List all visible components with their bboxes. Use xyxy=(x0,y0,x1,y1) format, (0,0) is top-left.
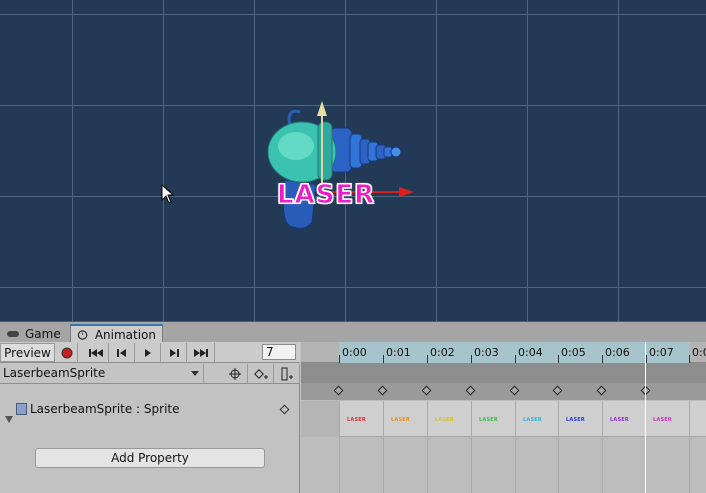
scene-view[interactable]: LASER xyxy=(0,0,706,321)
frame-separator xyxy=(515,401,516,493)
track-lead-in xyxy=(301,401,339,437)
sprite-keyframe-thumbnail[interactable]: LASER xyxy=(653,417,672,423)
ruler-tick xyxy=(558,355,559,363)
record-icon xyxy=(61,347,72,358)
ruler-tick xyxy=(689,355,690,363)
ruler-tick-label: 0:00 xyxy=(342,346,367,359)
dropdown-arrow-icon xyxy=(191,371,199,376)
ruler-tick xyxy=(339,355,340,363)
ruler-tick-label: 0:07 xyxy=(649,346,674,359)
ruler-tick xyxy=(471,355,472,363)
tab-animation-label: Animation xyxy=(94,327,156,342)
ruler-tick-label: 0:01 xyxy=(386,346,411,359)
previous-keyframe-button[interactable] xyxy=(109,343,135,362)
summary-keyframe[interactable] xyxy=(596,385,607,396)
summary-keyframe[interactable] xyxy=(465,385,476,396)
play-icon xyxy=(144,348,151,357)
tab-game-label: Game xyxy=(25,326,61,341)
add-keyframe-button[interactable] xyxy=(248,364,274,383)
sprite-label: LASER xyxy=(276,180,376,211)
ruler-tick-label: 0:05 xyxy=(561,346,586,359)
sprite-keyframe-thumbnail[interactable]: LASER xyxy=(435,417,454,423)
step-forward-icon xyxy=(169,348,179,357)
dopesheet-timeline[interactable]: 0:00 0:01 0:02 0:03 0:04 0:05 0:06 0:07 … xyxy=(301,342,706,493)
sprite-renderer-icon xyxy=(16,403,27,415)
add-event-button[interactable] xyxy=(274,364,300,383)
sprite-keyframe-thumbnail[interactable]: LASER xyxy=(391,417,410,423)
tab-game[interactable]: Game xyxy=(0,324,68,343)
property-label: LaserbeamSprite : Sprite xyxy=(30,402,180,416)
ruler-tick-label: 0:04 xyxy=(518,346,543,359)
ruler-tick xyxy=(602,355,603,363)
property-row[interactable]: LaserbeamSprite : Sprite xyxy=(0,400,300,423)
keyframe-diamond-icon[interactable] xyxy=(279,404,290,415)
ruler-tick xyxy=(646,355,647,363)
add-property-button[interactable]: Add Property xyxy=(35,448,265,468)
skip-start-icon xyxy=(88,348,103,357)
animation-clock-icon xyxy=(77,329,88,340)
mouse-cursor-icon xyxy=(161,184,175,204)
frame-separator xyxy=(383,401,384,493)
summary-keyframe[interactable] xyxy=(509,385,520,396)
clip-bar: LaserbeamSprite xyxy=(0,363,300,384)
skip-end-icon xyxy=(193,348,208,357)
add-keyframe-icon xyxy=(253,368,268,379)
play-button[interactable] xyxy=(135,343,161,362)
record-button[interactable] xyxy=(56,343,78,362)
playhead-line[interactable] xyxy=(645,342,646,493)
frame-separator xyxy=(427,401,428,493)
preview-button[interactable]: Preview xyxy=(0,343,55,362)
first-keyframe-button[interactable] xyxy=(83,343,109,362)
sprite-keyframe-thumbnail[interactable]: LASER xyxy=(610,417,629,423)
laser-gun-sprite[interactable] xyxy=(0,0,706,321)
ruler-tick-label: 0:0 xyxy=(692,346,706,359)
animation-left-panel: Preview 7 LaserbeamSprite LaserbeamSprit… xyxy=(0,342,300,493)
frame-separator xyxy=(339,401,340,493)
sprite-keyframe-thumbnail[interactable]: LASER xyxy=(479,417,498,423)
sprite-keyframe-thumbnail[interactable]: LASER xyxy=(347,417,366,423)
ruler-tick-label: 0:02 xyxy=(430,346,455,359)
foldout-arrow-icon[interactable] xyxy=(5,416,13,423)
ruler-tick-label: 0:03 xyxy=(474,346,499,359)
panel-tab-bar: Game Animation xyxy=(0,321,706,343)
summary-keyframe[interactable] xyxy=(377,385,388,396)
clip-name: LaserbeamSprite xyxy=(3,366,106,380)
add-event-icon xyxy=(281,367,293,380)
last-keyframe-button[interactable] xyxy=(187,343,215,362)
summary-keyframe[interactable] xyxy=(333,385,344,396)
sprite-keyframe-thumbnail[interactable]: LASER xyxy=(566,417,585,423)
ruler-tick-label: 0:06 xyxy=(605,346,630,359)
filter-by-selection-button[interactable] xyxy=(222,364,248,383)
frame-separator xyxy=(602,401,603,493)
frame-number-field[interactable]: 7 xyxy=(262,344,296,360)
frame-separator xyxy=(689,401,690,493)
frame-separator xyxy=(558,401,559,493)
frame-separator xyxy=(471,401,472,493)
tab-animation[interactable]: Animation xyxy=(70,324,163,343)
ruler-tick xyxy=(515,355,516,363)
ruler-tick xyxy=(383,355,384,363)
summary-keyframe[interactable] xyxy=(421,385,432,396)
step-back-icon xyxy=(116,348,126,357)
clip-selector-dropdown[interactable]: LaserbeamSprite xyxy=(0,364,204,383)
sprite-keyframe-thumbnail[interactable]: LASER xyxy=(523,417,542,423)
ruler-tick xyxy=(427,355,428,363)
next-keyframe-button[interactable] xyxy=(161,343,187,362)
crosshair-icon xyxy=(228,367,241,380)
animation-toolbar: Preview 7 xyxy=(0,342,300,363)
summary-keyframe[interactable] xyxy=(552,385,563,396)
gamepad-icon xyxy=(7,330,19,337)
